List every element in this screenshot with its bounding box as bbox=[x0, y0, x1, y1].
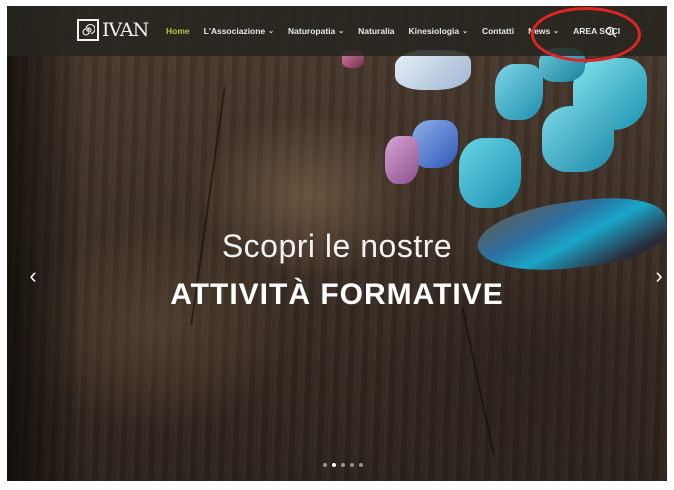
slider-dot[interactable] bbox=[323, 463, 327, 467]
nav-label: Kinesiologia bbox=[408, 26, 460, 36]
nav-item-kinesiologia[interactable]: Kinesiologia ⌄ bbox=[409, 26, 468, 36]
slider-dot-active[interactable] bbox=[332, 463, 336, 467]
hero-subtitle: Scopri le nostre bbox=[221, 228, 453, 264]
chevron-right-icon[interactable]: › bbox=[651, 264, 667, 288]
chevron-down-icon: ⌄ bbox=[268, 28, 275, 35]
crystal-purple bbox=[385, 136, 419, 184]
crystal-aqua bbox=[459, 138, 521, 208]
nav-item-naturopatia[interactable]: Naturopatia ⌄ bbox=[288, 26, 344, 36]
logo-wordmark: IVAN bbox=[102, 19, 149, 41]
crystal-clear bbox=[395, 50, 471, 90]
spiral-logo-icon bbox=[77, 19, 99, 41]
hero-title: ATTIVITÀ FORMATIVE bbox=[170, 278, 504, 311]
nav-label: Contatti bbox=[481, 26, 515, 36]
nav-item-associazione[interactable]: L'Associazione ⌄ bbox=[204, 26, 274, 36]
nav-item-home[interactable]: Home bbox=[166, 26, 190, 36]
screenshot-frame: IVAN Home L'Associazione ⌄ Naturopatia ⌄… bbox=[7, 6, 667, 481]
crystal-aqua bbox=[495, 64, 543, 120]
nav-item-contatti[interactable]: Contatti bbox=[482, 26, 514, 36]
slider-pagination bbox=[323, 463, 363, 467]
crystal-aqua bbox=[542, 106, 614, 172]
site-logo[interactable]: IVAN bbox=[77, 18, 149, 42]
nav-label: Home bbox=[166, 26, 190, 36]
chevron-left-icon[interactable]: ‹ bbox=[25, 264, 41, 288]
nav-label: Naturalia bbox=[358, 26, 395, 36]
nav-item-naturalia[interactable]: Naturalia bbox=[358, 26, 394, 36]
chevron-down-icon: ⌄ bbox=[462, 28, 468, 35]
wood-crack bbox=[461, 307, 495, 455]
chevron-down-icon: ⌄ bbox=[338, 28, 345, 35]
nav-label: Naturopatia bbox=[288, 26, 336, 36]
slider-dot[interactable] bbox=[350, 463, 354, 467]
area-soci-highlight-annotation bbox=[531, 7, 641, 62]
nav-label: L'Associazione bbox=[203, 26, 266, 36]
slider-dot[interactable] bbox=[341, 463, 345, 467]
slider-dot[interactable] bbox=[359, 463, 363, 467]
